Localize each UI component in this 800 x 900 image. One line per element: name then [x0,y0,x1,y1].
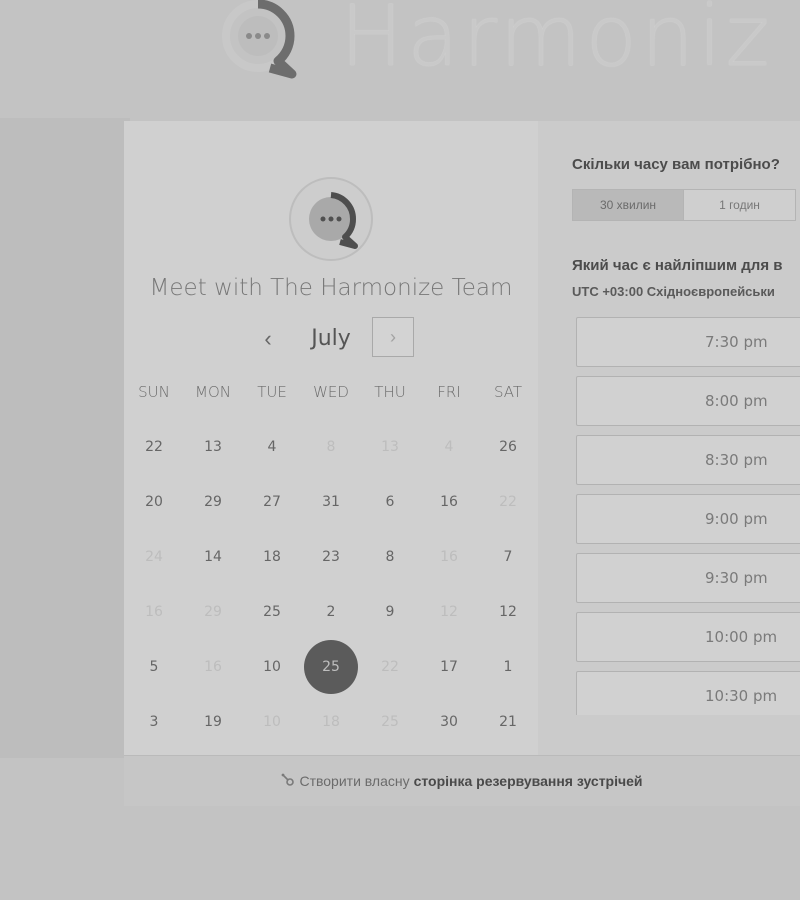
duration-option-1hour[interactable]: 1 годин [684,189,796,221]
calendar-day[interactable]: 31 [304,475,358,529]
calendar-day: 16 [145,604,163,620]
meeting-title: Meet with The Harmonize Team [149,275,513,301]
current-month: July [311,326,351,351]
chevron-right-icon: › [390,327,396,347]
chevron-left-icon: ‹ [264,326,272,351]
time-slot-button[interactable]: 10:30 pm [576,671,800,715]
calendar-day: 29 [204,604,222,620]
time-slot-button[interactable]: 10:00 pm [576,612,800,662]
chat-bubble-icon [309,192,358,249]
calendar-day[interactable]: 16 [422,475,476,529]
month-navigation: ‹ July › [124,317,538,361]
weekday-label: SAT [493,383,523,401]
time-slot-list[interactable]: 7:30 pm 8:00 pm 8:30 pm 9:00 pm 9:30 pm … [576,317,800,715]
calendar-day[interactable]: 10 [245,640,299,694]
calendar-day[interactable]: 27 [245,475,299,529]
weekday-label: THU [374,383,406,401]
time-slot-button[interactable]: 8:30 pm [576,435,800,485]
duration-selector: 30 хвилин 1 годин [572,189,796,221]
page-shadow [0,118,130,758]
duration-option-30min[interactable]: 30 хвилин [572,189,684,221]
brand-wordmark: Harmoniz [340,0,774,85]
previous-month-button[interactable]: ‹ [248,321,288,357]
calendar-day: 22 [499,494,517,510]
calendar-day: 25 [381,714,399,730]
duration-question: Скільки часу вам потрібно? [572,156,780,173]
calendar-day[interactable]: 8 [363,530,417,584]
brand-header: Harmoniz [212,0,774,85]
booking-panel: Скільки часу вам потрібно? 30 хвилин 1 г… [538,121,800,755]
calendar-day[interactable]: 12 [481,585,535,639]
calendar-day: 13 [381,439,399,455]
calendar-day[interactable]: 30 [422,695,476,749]
weekday-label: MON [195,383,231,401]
calendar-day[interactable]: 9 [363,585,417,639]
calendar-day[interactable]: 4 [245,420,299,474]
calendar-day: 12 [440,604,458,620]
calendar-day: 16 [204,659,222,675]
calendar-day: 4 [444,439,454,455]
calendar-day[interactable]: 1 [481,640,535,694]
time-slot-button[interactable]: 7:30 pm [576,317,800,367]
footer: Створити власну сторінка резервування зу… [124,755,800,806]
time-slot-button[interactable]: 9:30 pm [576,553,800,603]
calendar-day: 18 [322,714,340,730]
calendar-day-selected[interactable]: 25 [304,640,358,694]
time-slot-button[interactable]: 8:00 pm [576,376,800,426]
weekday-header: SUN MON TUE WED THU FRI SAT [124,383,538,403]
calendar-day[interactable]: 3 [127,695,181,749]
next-month-button[interactable]: › [372,317,414,357]
calendar-day: 8 [326,439,336,455]
calendar-day[interactable]: 20 [127,475,181,529]
calendar-day[interactable]: 21 [481,695,535,749]
calendar-day[interactable]: 22 [127,420,181,474]
calendar-day[interactable]: 29 [186,475,240,529]
calendar-panel: Meet with The Harmonize Team ‹ July › SU… [124,121,538,755]
calendar-day[interactable]: 5 [127,640,181,694]
calendar-day[interactable]: 26 [481,420,535,474]
calendar-day: 10 [263,714,281,730]
calendar-day[interactable]: 18 [245,530,299,584]
weekday-label: SUN [138,383,170,401]
calendar-day[interactable]: 2 [304,585,358,639]
calendar-day: 22 [381,659,399,675]
calendar-day[interactable]: 17 [422,640,476,694]
calendar-day[interactable]: 6 [363,475,417,529]
calendar-day[interactable]: 25 [245,585,299,639]
calendar-day[interactable]: 23 [304,530,358,584]
footer-prefix: Створити власну [299,773,410,789]
calendar-day: 24 [145,549,163,565]
calendar-day[interactable]: 14 [186,530,240,584]
team-avatar [289,177,373,261]
time-question: Який час є найліпшим для в [572,257,783,274]
weekday-label: FRI [437,383,461,401]
footer-link[interactable]: сторінка резервування зустрічей [414,773,643,789]
timezone-label[interactable]: UTC +03:00 Східноєвропейськи [572,284,775,299]
calendar-day[interactable]: 7 [481,530,535,584]
sprocket-icon [281,773,295,790]
weekday-label: WED [313,383,349,401]
chat-bubble-logo-icon [212,0,304,82]
calendar-day: 16 [440,549,458,565]
calendar-day[interactable]: 19 [186,695,240,749]
weekday-label: TUE [257,383,287,401]
time-slot-button[interactable]: 9:00 pm [576,494,800,544]
calendar-day[interactable]: 13 [186,420,240,474]
